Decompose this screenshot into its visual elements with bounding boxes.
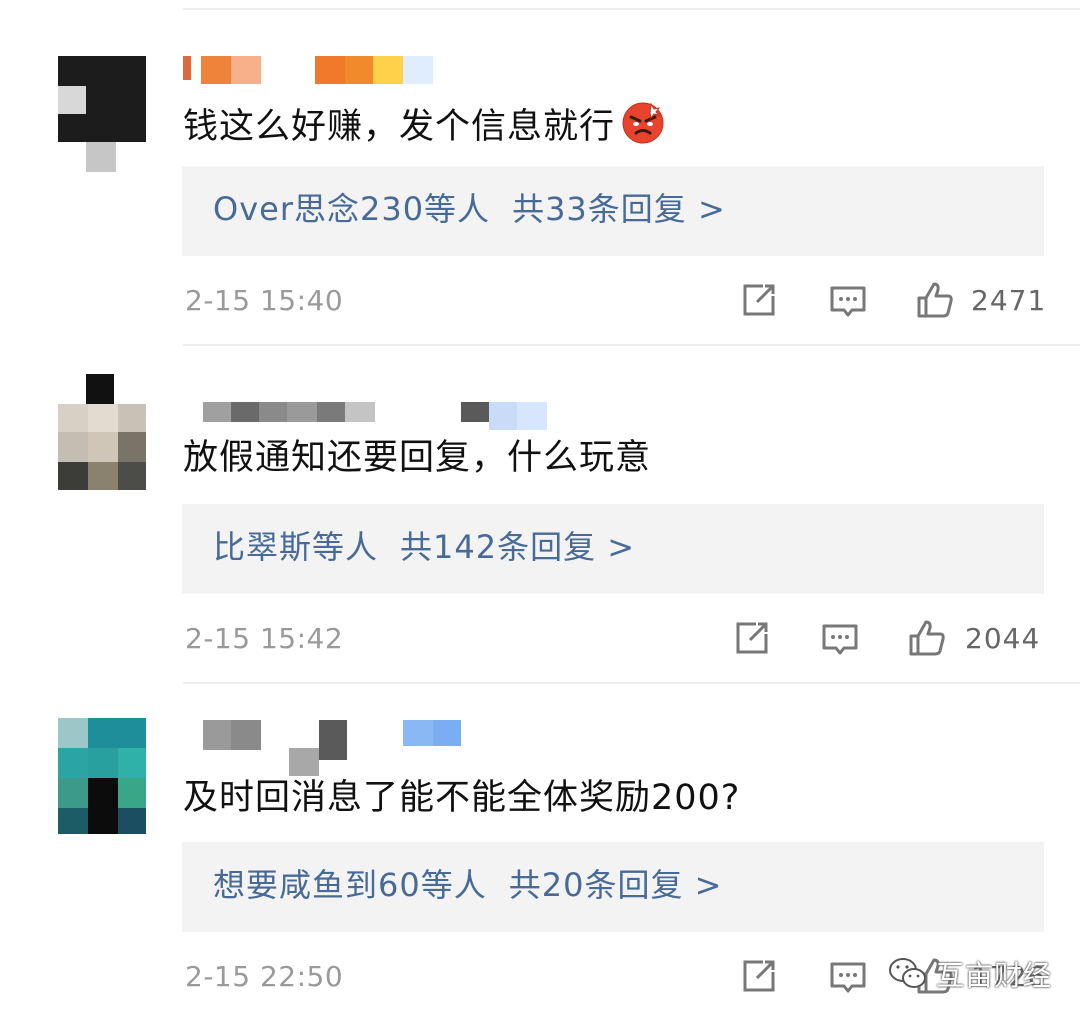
total-replies-link[interactable]: 共20条回复 >	[509, 866, 723, 904]
avatar[interactable]	[58, 718, 146, 834]
username-pixelated[interactable]	[183, 56, 443, 88]
like-thumb-icon[interactable]	[915, 280, 955, 320]
repliers-link[interactable]: Over思念230等人	[213, 190, 490, 228]
divider	[183, 344, 1080, 346]
total-replies-link[interactable]: 共33条回复 >	[512, 190, 726, 228]
angry-face-emoji	[622, 102, 664, 144]
repliers-link[interactable]: 想要咸鱼到60等人	[213, 866, 487, 904]
timestamp: 2-15 15:42	[185, 622, 344, 655]
replies-preview[interactable]: 想要咸鱼到60等人 共20条回复 >	[182, 842, 1044, 932]
watermark-text: 互亩财经	[936, 959, 1053, 992]
avatar[interactable]	[58, 56, 146, 172]
repost-icon[interactable]	[739, 956, 779, 996]
timestamp: 2-15 15:40	[185, 284, 344, 317]
like-count: 2471	[971, 284, 1047, 317]
divider	[183, 682, 1080, 684]
reply-comment-icon[interactable]	[820, 618, 860, 658]
username-pixelated[interactable]	[183, 720, 473, 776]
timestamp: 2-15 22:50	[185, 960, 344, 993]
like-count: 2044	[965, 622, 1041, 655]
avatar[interactable]	[58, 374, 146, 490]
comment-meta: 2-15 15:42 2044	[183, 618, 1045, 662]
comment-text: 放假通知还要回复，什么玩意	[183, 438, 652, 478]
reply-comment-icon[interactable]	[828, 956, 868, 996]
comment-text: 及时回消息了能不能全体奖励200?	[183, 778, 741, 818]
replies-preview[interactable]: 比翠斯等人 共142条回复 >	[182, 504, 1044, 594]
username-pixelated[interactable]	[183, 402, 553, 434]
comment-meta: 2-15 15:40 2471	[183, 280, 1045, 324]
wechat-icon	[889, 958, 926, 988]
repliers-link[interactable]: 比翠斯等人	[213, 528, 378, 566]
like-thumb-icon[interactable]	[907, 618, 947, 658]
reply-comment-icon[interactable]	[828, 280, 868, 320]
replies-preview[interactable]: Over思念230等人 共33条回复 >	[182, 166, 1044, 256]
repost-icon[interactable]	[739, 280, 779, 320]
watermark: 互亩财经	[888, 950, 1052, 998]
total-replies-link[interactable]: 共142条回复 >	[400, 528, 635, 566]
comment-text: 钱这么好赚，发个信息就行	[183, 100, 665, 149]
repost-icon[interactable]	[732, 618, 772, 658]
divider	[183, 8, 1080, 10]
